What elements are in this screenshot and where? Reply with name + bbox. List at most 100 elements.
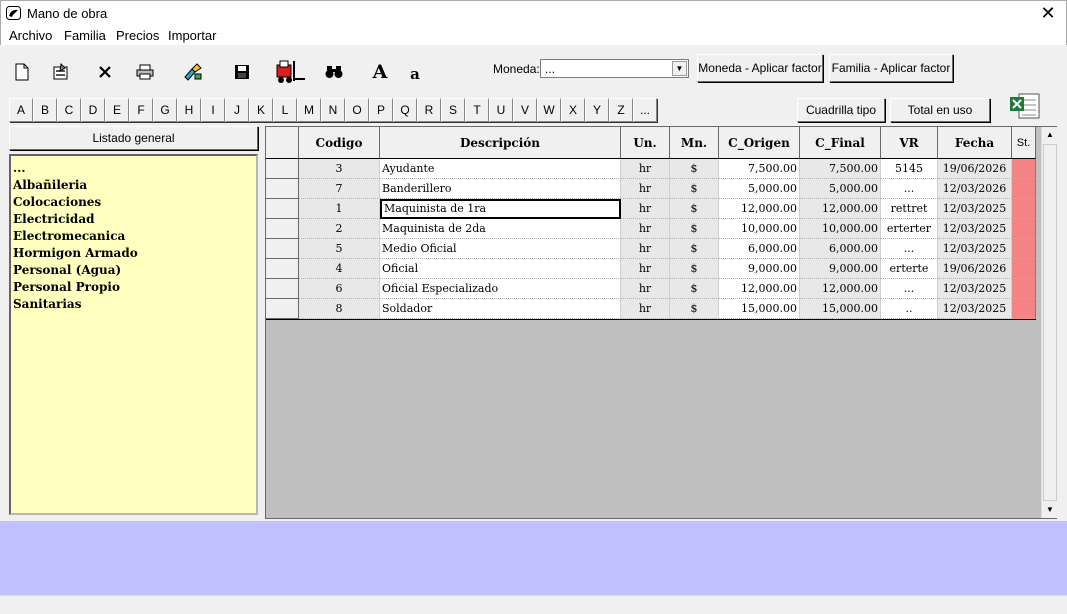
menu-familia[interactable]: Familia xyxy=(64,28,106,43)
row-selector[interactable] xyxy=(266,239,299,259)
table-row[interactable]: 1 Maquinista de 1ra hr $12,000.00 12,000.00 r… xyxy=(266,199,1036,219)
cell-c-final[interactable]: 10,000.00 xyxy=(800,219,881,239)
cell-mn[interactable]: $ xyxy=(670,279,719,299)
cell-fecha[interactable]: 12/03/2026 xyxy=(938,179,1012,199)
cell-codigo[interactable]: 4 xyxy=(299,259,380,279)
cell-vr[interactable]: 5145 xyxy=(881,159,938,179)
cell-c-final[interactable]: 5,000.00 xyxy=(800,179,881,199)
letter-button-t[interactable]: T xyxy=(465,98,489,122)
row-selector[interactable] xyxy=(266,159,299,179)
column-header-vr[interactable]: VR xyxy=(881,127,938,159)
cell-mn[interactable]: $ xyxy=(670,159,719,179)
row-selector[interactable] xyxy=(266,179,299,199)
table-row[interactable]: 5 Medio Oficial hr $6,000.00 6,000.00... 12/0… xyxy=(266,239,1036,259)
scroll-down-icon[interactable]: ▼ xyxy=(1042,502,1058,518)
properties-icon[interactable] xyxy=(47,58,75,86)
family-list-item[interactable]: Colocaciones xyxy=(13,194,254,211)
letter-button-v[interactable]: V xyxy=(513,98,537,122)
cuadrilla-tipo-button[interactable]: Cuadrilla tipo xyxy=(797,98,885,122)
family-list[interactable]: ... Albañileria Colocaciones Electricidad El… xyxy=(9,154,258,515)
column-header-fecha[interactable]: Fecha xyxy=(938,127,1012,159)
column-header-c-origen[interactable]: C_Origen xyxy=(719,127,800,159)
letter-button-o[interactable]: O xyxy=(345,98,369,122)
letter-button-b[interactable]: B xyxy=(33,98,57,122)
cell-c-origen[interactable]: 9,000.00 xyxy=(719,259,800,279)
save-icon[interactable] xyxy=(228,58,256,86)
status-cell[interactable] xyxy=(1012,299,1036,319)
cell-un[interactable]: hr xyxy=(621,219,670,239)
table-row[interactable]: 3 Ayudante hr $7,500.00 7,500.00 5145 19/06/20… xyxy=(266,159,1036,179)
cell-descripci-n[interactable]: Banderillero xyxy=(380,179,621,199)
cell-fecha[interactable]: 12/03/2025 xyxy=(938,279,1012,299)
status-cell[interactable] xyxy=(1012,239,1036,259)
cell-fecha[interactable]: 12/03/2025 xyxy=(938,199,1012,219)
font-large-icon[interactable]: A xyxy=(366,58,394,86)
cell-descripci-n[interactable]: Oficial xyxy=(380,259,621,279)
cell-mn[interactable]: $ xyxy=(670,199,719,219)
letter-button-l[interactable]: L xyxy=(273,98,297,122)
letter-button-y[interactable]: Y xyxy=(585,98,609,122)
cell-descripci-n[interactable]: Medio Oficial xyxy=(380,239,621,259)
tools-icon[interactable] xyxy=(179,58,207,86)
letter-button-d[interactable]: D xyxy=(81,98,105,122)
table-row[interactable]: 2 Maquinista de 2da hr $10,000.00 10,000.00 e… xyxy=(266,219,1036,239)
cell-c-final[interactable]: 7,500.00 xyxy=(800,159,881,179)
table-row[interactable]: 8 Soldador hr $15,000.00 15,000.00.. 12/03/20… xyxy=(266,299,1036,319)
cell-mn[interactable]: $ xyxy=(670,239,719,259)
family-list-item[interactable]: Electricidad xyxy=(13,211,254,228)
cell-codigo[interactable]: 2 xyxy=(299,219,380,239)
cell-c-origen[interactable]: 5,000.00 xyxy=(719,179,800,199)
row-selector[interactable] xyxy=(266,259,299,279)
cell-c-final[interactable]: 9,000.00 xyxy=(800,259,881,279)
letter-button-g[interactable]: G xyxy=(153,98,177,122)
family-list-item[interactable]: ... xyxy=(13,160,254,177)
moneda-aplicar-factor-button[interactable]: Moneda - Aplicar factor xyxy=(697,54,823,82)
letter-button-x[interactable]: X xyxy=(561,98,585,122)
letter-button-j[interactable]: J xyxy=(225,98,249,122)
cell-un[interactable]: hr xyxy=(621,199,670,219)
cell-un[interactable]: hr xyxy=(621,279,670,299)
cell-descripci-n[interactable]: Soldador xyxy=(380,299,621,319)
cell-un[interactable]: hr xyxy=(621,259,670,279)
letter-button-i[interactable]: I xyxy=(201,98,225,122)
cell-vr[interactable]: ... xyxy=(881,179,938,199)
letter-button-u[interactable]: U xyxy=(489,98,513,122)
familia-aplicar-factor-button[interactable]: Familia - Aplicar factor xyxy=(829,54,953,82)
letter-button-p[interactable]: P xyxy=(369,98,393,122)
letter-button-n[interactable]: N xyxy=(321,98,345,122)
vertical-scrollbar[interactable]: ▲ ▼ xyxy=(1041,127,1057,518)
listado-general-button[interactable]: Listado general xyxy=(9,126,258,150)
letter-button-s[interactable]: S xyxy=(441,98,465,122)
print-icon[interactable] xyxy=(131,58,159,86)
letter-button-w[interactable]: W xyxy=(537,98,561,122)
cell-vr[interactable]: erterter xyxy=(881,219,938,239)
excel-export-icon[interactable] xyxy=(1009,92,1041,120)
cell-c-origen[interactable]: 6,000.00 xyxy=(719,239,800,259)
cell-codigo[interactable]: 3 xyxy=(299,159,380,179)
cell-codigo[interactable]: 8 xyxy=(299,299,380,319)
cell-un[interactable]: hr xyxy=(621,159,670,179)
total-en-uso-button[interactable]: Total en uso xyxy=(890,98,990,122)
cell-descripci-n[interactable]: Oficial Especializado xyxy=(380,279,621,299)
letter-button-f[interactable]: F xyxy=(129,98,153,122)
table-row[interactable]: 4 Oficial hr $9,000.00 9,000.00 erterte 19/06/… xyxy=(266,259,1036,279)
family-list-item[interactable]: Personal Propio xyxy=(13,279,254,296)
letter-button-q[interactable]: Q xyxy=(393,98,417,122)
cell-descripci-n[interactable]: Ayudante xyxy=(380,159,621,179)
cell-fecha[interactable]: 19/06/2026 xyxy=(938,159,1012,179)
menu-archivo[interactable]: Archivo xyxy=(9,28,52,43)
cell-c-origen[interactable]: 12,000.00 xyxy=(719,199,800,219)
cell-codigo[interactable]: 1 xyxy=(299,199,380,219)
cell-c-final[interactable]: 15,000.00 xyxy=(800,299,881,319)
close-icon[interactable]: ✕ xyxy=(1038,3,1058,23)
cell-c-origen[interactable]: 12,000.00 xyxy=(719,279,800,299)
cell-mn[interactable]: $ xyxy=(670,299,719,319)
letter-button-a[interactable]: A xyxy=(9,98,33,122)
cell-vr[interactable]: rettret xyxy=(881,199,938,219)
cell-codigo[interactable]: 7 xyxy=(299,179,380,199)
cell-fecha[interactable]: 12/03/2025 xyxy=(938,299,1012,319)
moneda-dropdown[interactable]: ... ▼ xyxy=(540,59,689,78)
row-selector[interactable] xyxy=(266,299,299,319)
cell-mn[interactable]: $ xyxy=(670,179,719,199)
cell-descripci-n[interactable]: Maquinista de 1ra xyxy=(380,199,621,219)
